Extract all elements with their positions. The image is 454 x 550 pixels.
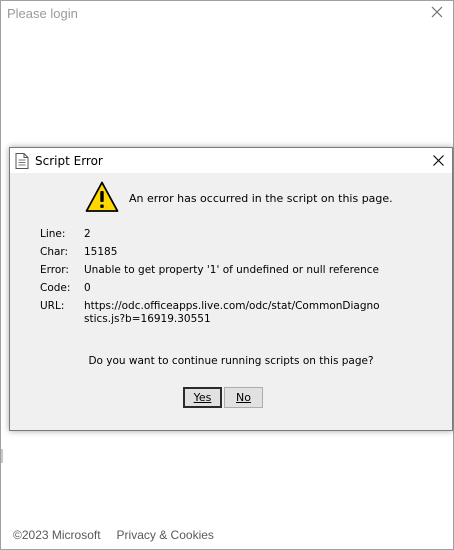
detail-label: Code: xyxy=(40,282,71,294)
continue-prompt: Do you want to continue running scripts … xyxy=(88,355,374,367)
no-button[interactable]: No xyxy=(224,387,263,408)
yes-button[interactable]: Yes xyxy=(183,387,222,408)
copyright-text: ©2023 Microsoft xyxy=(13,528,101,542)
footer: ©2023 Microsoft Privacy & Cookies xyxy=(13,528,214,542)
detail-value: Unable to get property '1' of undefined … xyxy=(84,264,380,276)
privacy-cookies-link[interactable]: Privacy & Cookies xyxy=(117,528,214,542)
detail-value: 2 xyxy=(84,228,91,240)
detail-value: https://odc.officeapps.live.com/odc/stat… xyxy=(84,300,380,325)
dialog-titlebar[interactable]: Script Error xyxy=(10,148,452,173)
dialog-close-icon[interactable] xyxy=(430,152,446,168)
window-title: Please login xyxy=(7,6,78,21)
script-error-dialog: Script Error An error has occurred in th… xyxy=(9,147,453,431)
detail-value: 15185 xyxy=(84,246,118,258)
document-icon xyxy=(15,152,29,169)
error-message: An error has occurred in the script on t… xyxy=(129,192,393,205)
close-icon[interactable] xyxy=(429,4,445,20)
detail-value: 0 xyxy=(84,282,91,294)
edge-mark xyxy=(1,449,3,463)
dialog-title: Script Error xyxy=(35,153,103,168)
detail-label: Error: xyxy=(40,264,69,276)
warning-icon xyxy=(85,181,119,212)
detail-label: Char: xyxy=(40,246,69,258)
detail-label: Line: xyxy=(40,228,66,240)
detail-label: URL: xyxy=(40,300,65,312)
